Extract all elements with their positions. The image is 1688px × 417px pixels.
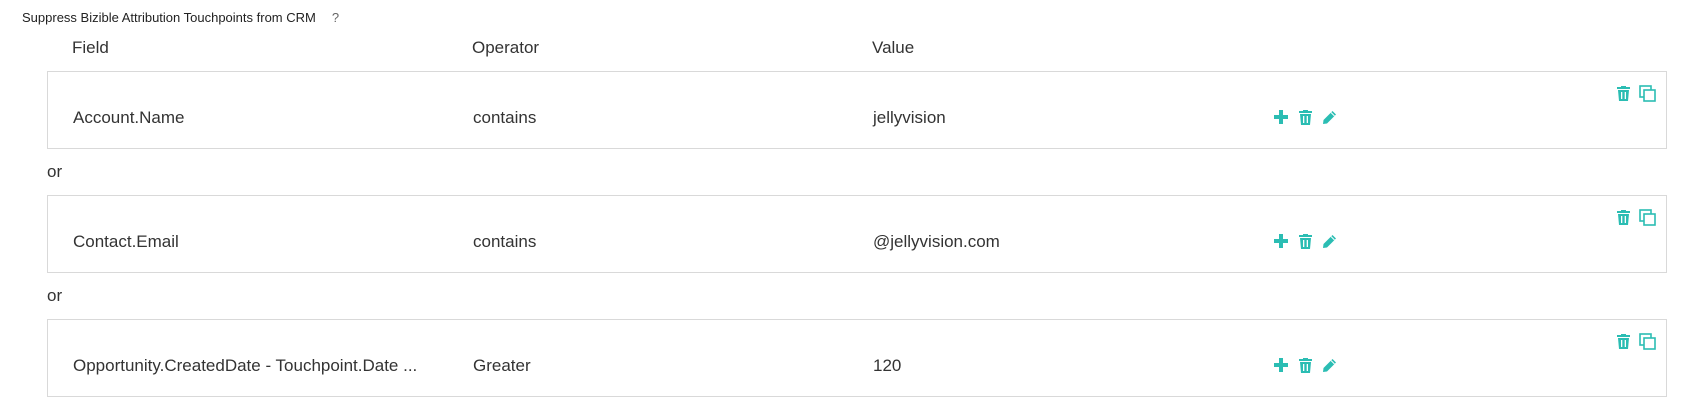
pencil-icon[interactable] bbox=[1320, 232, 1338, 250]
rule-operator: contains bbox=[473, 108, 537, 127]
rule-field: Contact.Email bbox=[73, 232, 179, 251]
header-field: Field bbox=[72, 38, 109, 57]
plus-icon[interactable] bbox=[1272, 108, 1290, 126]
rule-group: Account.Name contains jellyvision bbox=[47, 71, 1667, 149]
trash-icon[interactable] bbox=[1296, 232, 1314, 250]
rule-field: Opportunity.CreatedDate - Touchpoint.Dat… bbox=[73, 356, 418, 375]
rule-operator: contains bbox=[473, 232, 537, 251]
trash-icon[interactable] bbox=[1614, 332, 1632, 350]
rule-field: Account.Name bbox=[73, 108, 185, 127]
group-actions bbox=[1614, 84, 1656, 102]
rule-value: 120 bbox=[873, 356, 902, 375]
rule-operator: Greater bbox=[473, 356, 531, 375]
rule-group: Opportunity.CreatedDate - Touchpoint.Dat… bbox=[47, 319, 1667, 397]
section-title-row: Suppress Bizible Attribution Touchpoints… bbox=[22, 10, 339, 25]
group-actions bbox=[1614, 208, 1656, 226]
copy-icon[interactable] bbox=[1638, 208, 1656, 226]
rule-actions bbox=[1272, 232, 1338, 250]
header-value: Value bbox=[872, 38, 915, 57]
rule-value: @jellyvision.com bbox=[873, 232, 1000, 251]
trash-icon[interactable] bbox=[1614, 84, 1632, 102]
copy-icon[interactable] bbox=[1638, 332, 1656, 350]
plus-icon[interactable] bbox=[1272, 232, 1290, 250]
trash-icon[interactable] bbox=[1296, 108, 1314, 126]
rule-group: Contact.Email contains @jellyvision.com bbox=[47, 195, 1667, 273]
rule-value: jellyvision bbox=[873, 108, 946, 127]
plus-icon[interactable] bbox=[1272, 356, 1290, 374]
rule-actions bbox=[1272, 108, 1338, 126]
or-connector: or bbox=[47, 286, 63, 305]
header-operator: Operator bbox=[472, 38, 540, 57]
pencil-icon[interactable] bbox=[1320, 108, 1338, 126]
help-icon[interactable]: ? bbox=[332, 10, 339, 25]
copy-icon[interactable] bbox=[1638, 84, 1656, 102]
trash-icon[interactable] bbox=[1296, 356, 1314, 374]
trash-icon[interactable] bbox=[1614, 208, 1632, 226]
page-title: Suppress Bizible Attribution Touchpoints… bbox=[22, 10, 316, 25]
column-headers: Field Operator Value bbox=[0, 38, 1688, 60]
group-actions bbox=[1614, 332, 1656, 350]
rule-actions bbox=[1272, 356, 1338, 374]
or-connector: or bbox=[47, 162, 63, 181]
pencil-icon[interactable] bbox=[1320, 356, 1338, 374]
